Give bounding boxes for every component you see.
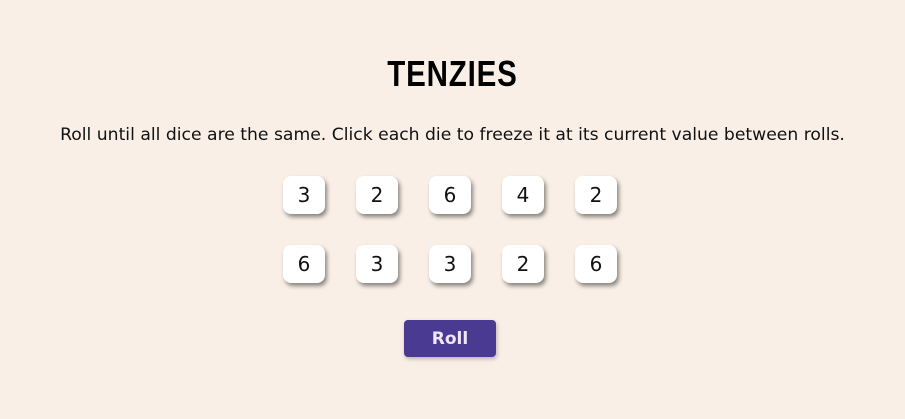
die-9[interactable]: 2: [502, 245, 544, 283]
die-3[interactable]: 6: [429, 176, 471, 214]
roll-button[interactable]: Roll: [404, 320, 496, 357]
die-10[interactable]: 6: [575, 245, 617, 283]
page-title: TENZIES: [387, 53, 518, 95]
die-6[interactable]: 6: [283, 245, 325, 283]
die-2[interactable]: 2: [356, 176, 398, 214]
die-5[interactable]: 2: [575, 176, 617, 214]
die-1[interactable]: 3: [283, 176, 325, 214]
die-4[interactable]: 4: [502, 176, 544, 214]
die-8[interactable]: 3: [429, 245, 471, 283]
game-instructions: Roll until all dice are the same. Click …: [60, 125, 845, 146]
dice-grid: 3 2 6 4 2 6 3 3 2 6: [283, 176, 617, 283]
tenzies-app: TENZIES Roll until all dice are the same…: [0, 0, 905, 419]
die-7[interactable]: 3: [356, 245, 398, 283]
